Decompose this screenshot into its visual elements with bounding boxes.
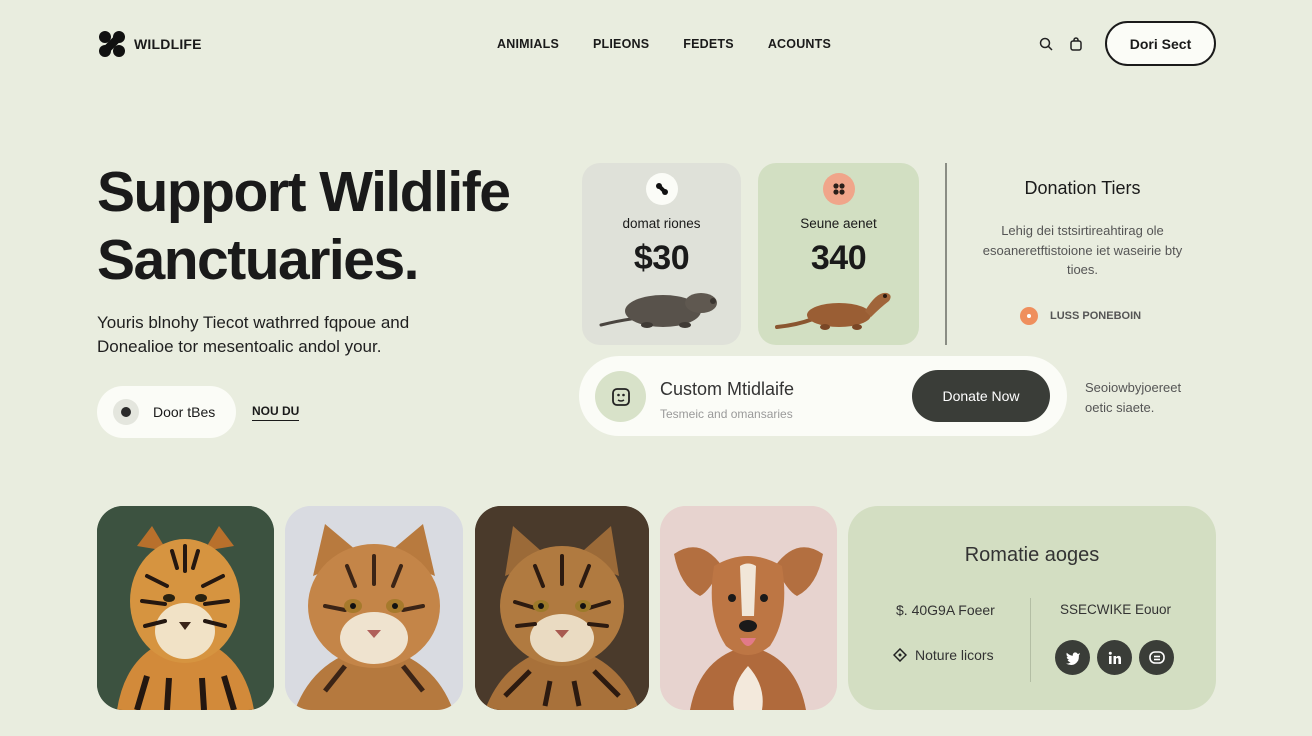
mole-illustration — [599, 293, 717, 328]
info-tag-line[interactable]: Noture licors — [893, 647, 994, 663]
donation-card-amount: 340 — [810, 239, 867, 277]
donation-card-2[interactable]: Seune aenet 340 — [758, 163, 919, 345]
social-links — [1055, 640, 1174, 675]
bengal-cat-illustration — [475, 506, 649, 710]
info-price-line: $. 40G9A Foeer — [896, 602, 995, 618]
nav-links: ANIMIALS PLIEONS FEDETS ACOUNTS — [497, 37, 831, 51]
custom-donation-title: Custom Mtidlaife — [660, 379, 795, 399]
donation-tiers-badge[interactable]: LUSS PONEBOIN — [1020, 307, 1141, 325]
donation-card-label: Seune aenet — [800, 216, 877, 231]
face-icon — [595, 371, 646, 422]
header-cta-button[interactable]: Dori Sect — [1105, 21, 1216, 66]
wildcat-illustration — [285, 506, 463, 710]
nav-link-acounts[interactable]: ACOUNTS — [768, 37, 831, 51]
donation-card-label: domat riones — [622, 216, 701, 231]
donation-card-amount: $30 — [633, 239, 690, 277]
brand-name: WILDLIFE — [134, 36, 202, 52]
donate-now-button[interactable]: Donate Now — [912, 370, 1050, 422]
dog-photo[interactable] — [660, 506, 837, 710]
hero-subtitle: Youris blnohy Tiecot wathrred fqpoue and… — [97, 313, 410, 356]
tiger-illustration — [97, 506, 274, 710]
linkedin-icon[interactable] — [1097, 640, 1132, 675]
wildcat-photo[interactable] — [285, 506, 463, 710]
top-navigation: WILDLIFE ANIMIALS PLIEONS FEDETS ACOUNTS… — [0, 0, 1312, 90]
nav-link-plieons[interactable]: PLIEONS — [593, 37, 649, 51]
tag-icon — [893, 648, 907, 662]
secondary-link[interactable]: NOU DU — [252, 404, 300, 421]
paw-icon — [822, 173, 855, 205]
paw-icon — [645, 173, 678, 205]
donation-tiers-title: Donation Tiers — [1024, 178, 1141, 198]
info-card: Romatie aoges $. 40G9A Foeer Noture lico… — [848, 506, 1216, 710]
nav-link-animals[interactable]: ANIMIALS — [497, 37, 559, 51]
tiger-photo[interactable] — [97, 506, 274, 710]
bengal-cat-photo[interactable] — [475, 506, 649, 710]
search-icon[interactable] — [1038, 36, 1054, 52]
info-divider — [1030, 598, 1031, 682]
info-title: Romatie aoges — [964, 544, 1100, 566]
info-tag-label: Noture licors — [915, 647, 994, 663]
nav-icons — [1038, 36, 1084, 52]
badge-label: LUSS PONEBOIN — [1050, 310, 1142, 322]
donation-tiers-description: Lehig dei tstsirtireahtirag ole esoanere… — [982, 223, 1183, 277]
custom-donation-subtitle: Tesmeic and omansaries — [660, 407, 793, 421]
custom-donation-bar: Custom Mtidlaife Tesmeic and omansaries … — [579, 356, 1067, 436]
dot-icon — [113, 399, 139, 425]
bag-icon[interactable] — [1068, 36, 1084, 52]
primary-button-label: Door tBes — [153, 404, 216, 420]
side-note: Seoiowbyjoereet oetic siaete. — [1085, 380, 1182, 415]
nav-link-fedets[interactable]: FEDETS — [683, 37, 734, 51]
logo-icon — [99, 31, 125, 57]
orange-dot-icon — [1020, 307, 1038, 325]
brand-logo[interactable]: WILDLIFE — [98, 30, 202, 58]
primary-pill-button[interactable]: Door tBes — [97, 386, 236, 438]
info-secure-line: SSECWIKE Eouor — [1060, 602, 1172, 617]
chat-icon[interactable] — [1139, 640, 1174, 675]
mongoose-illustration — [775, 292, 891, 330]
hero-title: Support Wildlife Sanctuaries. — [97, 160, 511, 292]
twitter-icon[interactable] — [1055, 640, 1090, 675]
dog-illustration — [660, 506, 837, 710]
donation-card-1[interactable]: domat riones $30 — [582, 163, 741, 345]
vertical-divider — [945, 163, 947, 345]
